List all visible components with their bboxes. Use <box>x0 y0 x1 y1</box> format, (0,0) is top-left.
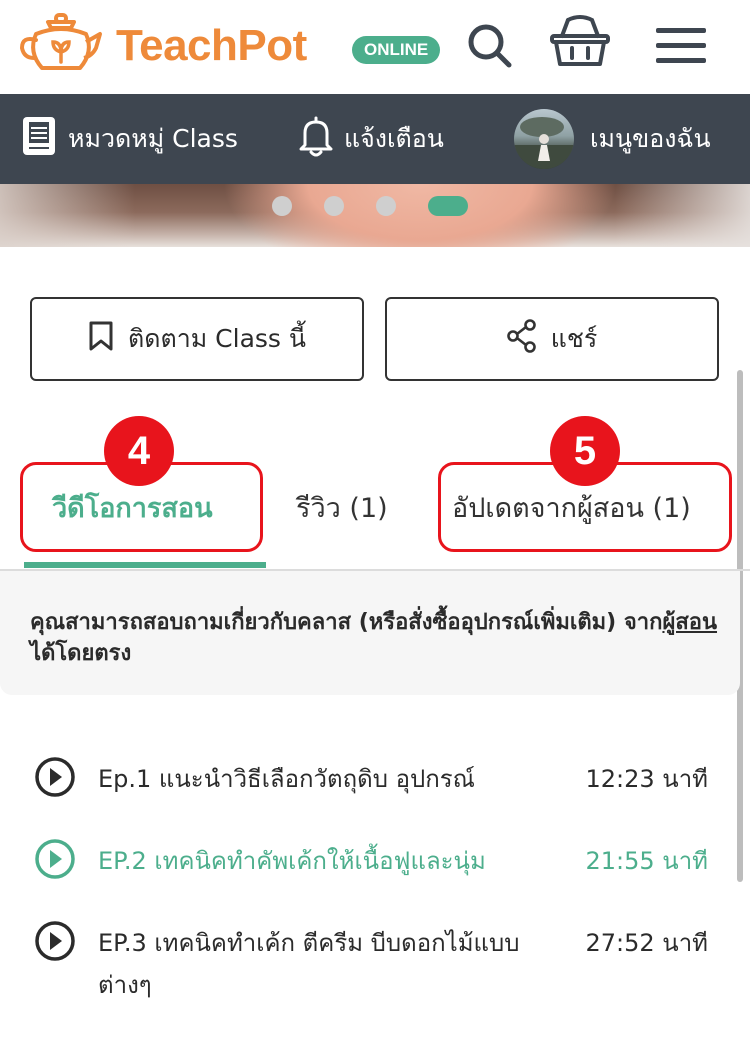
carousel-dot[interactable] <box>376 196 396 216</box>
carousel-dots <box>272 196 468 216</box>
follow-class-button[interactable]: ติดตาม Class นี้ <box>30 297 364 381</box>
brand-name: TeachPot <box>116 21 307 70</box>
top-bar: TeachPot ONLINE <box>0 0 750 94</box>
follow-class-label: ติดตาม Class นี้ <box>128 324 306 353</box>
teachpot-logo[interactable]: TeachPot <box>18 12 307 80</box>
carousel-dot[interactable] <box>272 196 292 216</box>
episode-title: EP.2 เทคนิคทำคัพเค้กให้เนื้อฟูและนุ่ม <box>98 847 486 875</box>
info-text-after: ได้โดยตรง <box>30 641 132 666</box>
catalog-book-icon <box>22 116 56 162</box>
episode-title: Ep.1 แนะนำวิธีเลือกวัตถุดิบ อุปกรณ์ <box>98 765 475 793</box>
share-button[interactable]: แชร์ <box>385 297 719 381</box>
nav-notifications-label: แจ้งเตือน <box>344 124 444 153</box>
annotation-marker-4: 4 <box>104 416 174 486</box>
share-icon <box>506 319 551 359</box>
class-cover-image <box>0 184 750 247</box>
episode-title: EP.3 เทคนิคทำเค้ก ตีครีม บีบดอกไม้แบบต่า… <box>98 929 520 999</box>
play-circle-icon <box>34 838 76 884</box>
play-circle-icon <box>34 756 76 802</box>
search-icon[interactable] <box>462 18 516 76</box>
nav-categories-label: หมวดหมู่ Class <box>68 124 238 153</box>
play-circle-icon <box>34 920 76 966</box>
annotation-marker-5: 5 <box>550 416 620 486</box>
instructor-link[interactable]: ผู้สอน <box>662 610 717 635</box>
carousel-dot-active[interactable] <box>428 196 468 216</box>
basket-icon[interactable] <box>548 14 612 74</box>
online-badge: ONLINE <box>352 36 441 64</box>
category-nav-bar: หมวดหมู่ Class แจ้งเตือน เมนูของฉัน <box>0 94 750 184</box>
share-label: แชร์ <box>550 324 598 353</box>
nav-my-menu-label: เมนูของฉัน <box>590 124 711 153</box>
tab-reviews[interactable]: รีวิว (1) <box>296 486 388 529</box>
info-text-before: คุณสามารถสอบถามเกี่ยวกับคลาส (หรือสั่งซื… <box>30 610 663 635</box>
episode-duration: 12:23 นาที <box>585 765 709 793</box>
nav-categories[interactable]: หมวดหมู่ Class <box>22 94 238 184</box>
episode-duration: 21:55 นาที <box>585 847 709 875</box>
active-tab-indicator <box>24 562 266 568</box>
contact-instructor-info: คุณสามารถสอบถามเกี่ยวกับคลาส (หรือสั่งซื… <box>0 571 740 695</box>
carousel-dot[interactable] <box>324 196 344 216</box>
teapot-logo-icon <box>18 12 106 80</box>
nav-my-menu[interactable]: เมนูของฉัน <box>514 94 711 184</box>
nav-notifications[interactable]: แจ้งเตือน <box>298 94 444 184</box>
avatar <box>514 109 574 169</box>
episode-item-current[interactable]: EP.2 เทคนิคทำคัพเค้กให้เนื้อฟูและนุ่ม 21… <box>34 838 714 898</box>
episode-item[interactable]: Ep.1 แนะนำวิธีเลือกวัตถุดิบ อุปกรณ์ 12:2… <box>34 756 714 816</box>
contact-instructor-text: คุณสามารถสอบถามเกี่ยวกับคลาส (หรือสั่งซื… <box>30 607 730 669</box>
episode-duration: 27:52 นาที <box>585 929 709 957</box>
bell-icon <box>298 115 334 163</box>
bookmark-icon <box>88 320 128 358</box>
episode-item[interactable]: EP.3 เทคนิคทำเค้ก ตีครีม บีบดอกไม้แบบต่า… <box>34 920 714 1010</box>
hamburger-menu-icon[interactable] <box>656 26 706 70</box>
